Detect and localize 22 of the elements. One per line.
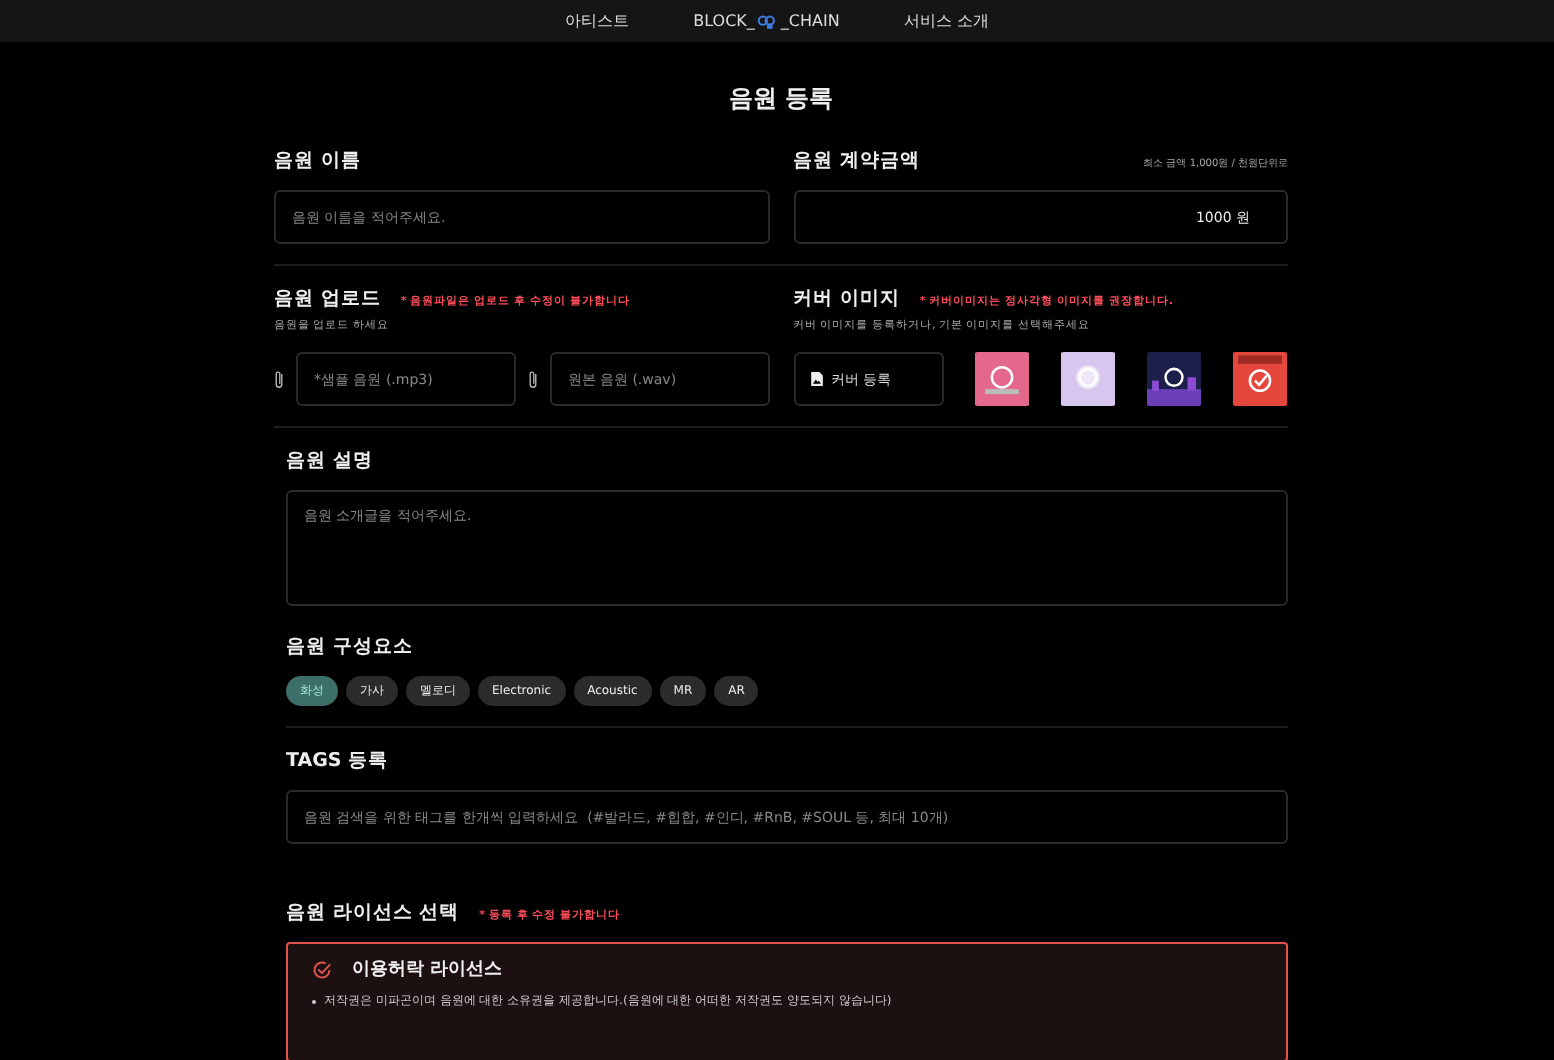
image-file-icon: [809, 370, 823, 388]
field-label: TAGS 등록: [286, 748, 391, 774]
chain-link-icon: [756, 13, 779, 29]
license-title: 이용허락 라이선스: [352, 958, 503, 982]
field-label: 음원 구성요소: [286, 634, 415, 660]
check-circle-icon: [312, 959, 332, 979]
cover-image[interactable]: [1145, 352, 1202, 406]
field-label: 음원 계약금액: [793, 148, 920, 174]
cover-image[interactable]: [1059, 352, 1116, 406]
field-label: 음원 설명: [286, 448, 375, 474]
paperclip-icon: [274, 369, 284, 389]
field-label: 음원 이름: [274, 148, 363, 174]
paperclip-icon: [527, 369, 538, 389]
cover-image[interactable]: [973, 352, 1030, 406]
logo-link[interactable]: BLOCK_ _CHAIN: [693, 12, 840, 30]
page-title: 음원 등록: [726, 82, 836, 116]
cover-image[interactable]: [1232, 352, 1288, 406]
field-label: 음원 업로드: [274, 286, 381, 312]
field-label: 음원 라이선스 선택: [286, 900, 460, 926]
field-label: 커버 이미지: [793, 286, 900, 312]
nav-link[interactable]: 서비스 소개: [903, 10, 989, 32]
nav-link[interactable]: 아티스트: [565, 10, 630, 32]
